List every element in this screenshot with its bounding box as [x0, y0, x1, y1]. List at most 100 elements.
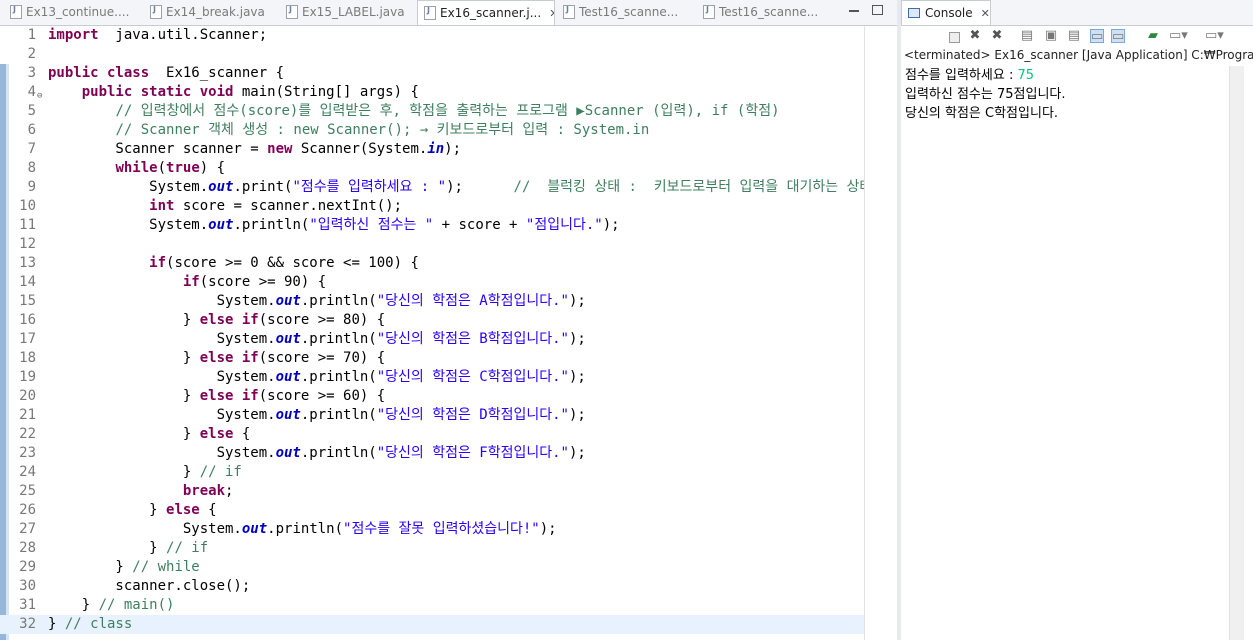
- code-line[interactable]: 32} // class: [0, 615, 864, 634]
- code-text: System.out.println("당신의 학점은 F학점입니다.");: [48, 444, 586, 463]
- code-line[interactable]: 18 } else if(score >= 70) {: [0, 349, 864, 368]
- show-on-output-icon[interactable]: ▭: [1090, 29, 1104, 44]
- remove-all-icon[interactable]: ✖: [990, 29, 1004, 43]
- line-number: 12: [19, 236, 36, 252]
- code-text: System.out.print("점수를 입력하세요 : "); // 블럭킹…: [48, 178, 872, 197]
- code-token: }: [48, 426, 200, 442]
- console-output[interactable]: 점수를 입력하세요 : 75 입력하신 점수는 75점입니다. 당신의 학점은 …: [905, 66, 1229, 123]
- code-token: // if: [199, 464, 242, 480]
- code-line[interactable]: 31 } // main(): [0, 596, 864, 615]
- code-line[interactable]: 25 break;: [0, 482, 864, 501]
- code-token: out: [275, 293, 301, 309]
- code-text: while(true) {: [48, 159, 225, 178]
- code-token: }: [48, 312, 200, 328]
- code-line[interactable]: 4 ⊖ public static void main(String[] args…: [0, 83, 864, 102]
- tab-ex13[interactable]: Ex13_continue....: [10, 3, 140, 21]
- code-token: System.: [48, 445, 276, 461]
- remove-launch-icon[interactable]: ✖: [968, 29, 982, 43]
- code-line[interactable]: 16 } else if(score >= 80) {: [0, 311, 864, 330]
- code-line[interactable]: 21 System.out.println("당신의 학점은 D학점입니다.")…: [0, 406, 864, 425]
- code-line[interactable]: 11 System.out.println("입력하신 점수는 " + scor…: [0, 216, 864, 235]
- code-token: ;: [225, 483, 234, 499]
- code-line[interactable]: 1 import java.util.Scanner;: [0, 26, 864, 45]
- code-token: "점수를 입력하세요 : ": [292, 179, 447, 195]
- tab-test16-a[interactable]: Test16_scanne...: [563, 3, 691, 21]
- tab-ex15[interactable]: Ex15_LABEL.java: [286, 3, 411, 21]
- code-token: }: [48, 616, 65, 632]
- code-line[interactable]: 20 } else if(score >= 60) {: [0, 387, 864, 406]
- code-text: int score = scanner.nextInt();: [48, 197, 402, 216]
- close-tab-icon[interactable]: ✕: [981, 7, 990, 20]
- console-line: 점수를 입력하세요 : 75: [905, 66, 1229, 85]
- code-token: new: [267, 141, 293, 157]
- code-line[interactable]: 9 System.out.print("점수를 입력하세요 : "); // 블…: [0, 178, 873, 197]
- code-text: System.out.println("당신의 학점은 A학점입니다.");: [48, 292, 586, 311]
- maximize-icon[interactable]: [872, 5, 883, 15]
- code-line[interactable]: 22 } else {: [0, 425, 864, 444]
- code-token: .println(: [300, 293, 377, 309]
- code-token: {: [233, 426, 251, 442]
- code-line[interactable]: 6 // Scanner 객체 생성 : new Scanner(); → 키보…: [0, 121, 864, 140]
- code-text: } else if(score >= 60) {: [48, 387, 385, 406]
- open-console-icon[interactable]: ▭▾: [1205, 29, 1224, 43]
- code-line[interactable]: 24 } // if: [0, 463, 864, 482]
- code-line[interactable]: 14 if(score >= 90) {: [0, 273, 864, 292]
- code-token: (score >= 90) {: [199, 274, 327, 290]
- tab-ex16[interactable]: Ex16_scanner.j... ✕: [417, 0, 555, 25]
- code-line[interactable]: 13 if(score >= 0 && score <= 100) {: [0, 254, 864, 273]
- line-number: 14: [19, 274, 36, 290]
- code-token: }: [48, 559, 133, 575]
- word-wrap-icon[interactable]: ▤: [1067, 29, 1081, 43]
- line-number: 7: [27, 141, 36, 157]
- line-number: 1: [27, 27, 36, 43]
- code-text: } // main(): [48, 596, 175, 615]
- code-editor[interactable]: 1 import java.util.Scanner; 2 3 public class…: [0, 26, 898, 640]
- code-text: if(score >= 90) {: [48, 273, 326, 292]
- code-token: {: [199, 502, 217, 518]
- code-token: score = scanner.nextInt();: [174, 198, 403, 214]
- code-line[interactable]: 27 System.out.println("점수를 잘못 입력하셨습니다!")…: [0, 520, 864, 539]
- code-token: }: [48, 464, 200, 480]
- minimize-icon[interactable]: [849, 10, 859, 12]
- code-token: else if: [199, 312, 259, 328]
- code-token: Ex16_scanner {: [149, 65, 285, 81]
- code-token: (score >= 60) {: [258, 388, 386, 404]
- close-tab-icon[interactable]: ✕: [549, 7, 554, 20]
- code-token: System.: [48, 179, 209, 195]
- code-line[interactable]: 8 while(true) {: [0, 159, 864, 178]
- code-line[interactable]: 19 System.out.println("당신의 학점은 C학점입니다.")…: [0, 368, 864, 387]
- editor-overview-ruler[interactable]: [864, 26, 898, 640]
- code-line[interactable]: 10 int score = scanner.nextInt();: [0, 197, 864, 216]
- tab-console[interactable]: Console ✕: [901, 0, 991, 25]
- terminate-icon[interactable]: [949, 32, 960, 43]
- clear-console-icon[interactable]: ▤: [1020, 29, 1034, 43]
- pin-console-icon[interactable]: ▰: [1146, 29, 1160, 43]
- code-token: // class: [64, 616, 133, 632]
- console-scrollbar[interactable]: [1229, 66, 1244, 640]
- code-line[interactable]: 5 // 입력창에서 점수(score)를 입력받은 후, 학점을 출력하는 프…: [0, 102, 864, 121]
- code-token: Scanner scanner =: [48, 141, 268, 157]
- tab-test16-b[interactable]: Test16_scanne...: [703, 3, 831, 21]
- tab-ex14[interactable]: Ex14_break.java: [150, 3, 275, 21]
- line-number: 4: [27, 84, 36, 100]
- java-file-icon: [424, 6, 436, 20]
- code-line[interactable]: 15 System.out.println("당신의 학점은 A학점입니다.")…: [0, 292, 864, 311]
- line-number: 15: [19, 293, 36, 309]
- code-line[interactable]: 23 System.out.println("당신의 학점은 F학점입니다.")…: [0, 444, 864, 463]
- code-token: else: [199, 426, 234, 442]
- code-line[interactable]: 17 System.out.println("당신의 학점은 B학점입니다.")…: [0, 330, 864, 349]
- code-line[interactable]: 12: [0, 235, 864, 254]
- code-line[interactable]: 2: [0, 45, 864, 64]
- code-line[interactable]: 30 scanner.close();: [0, 577, 864, 596]
- code-line[interactable]: 7 Scanner scanner = new Scanner(System.i…: [0, 140, 864, 159]
- display-console-icon[interactable]: ▭▾: [1169, 29, 1188, 43]
- code-line[interactable]: 29 } // while: [0, 558, 864, 577]
- code-line[interactable]: 26 } else {: [0, 501, 864, 520]
- code-line[interactable]: 28 } // if: [0, 539, 864, 558]
- code-token: (score >= 80) {: [258, 312, 386, 328]
- code-line[interactable]: 3 public class Ex16_scanner {: [0, 64, 864, 83]
- console-line: 입력하신 점수는 75점입니다.: [905, 87, 1066, 102]
- show-on-error-icon[interactable]: ▭: [1111, 29, 1125, 44]
- scroll-lock-icon[interactable]: ▣: [1044, 29, 1058, 43]
